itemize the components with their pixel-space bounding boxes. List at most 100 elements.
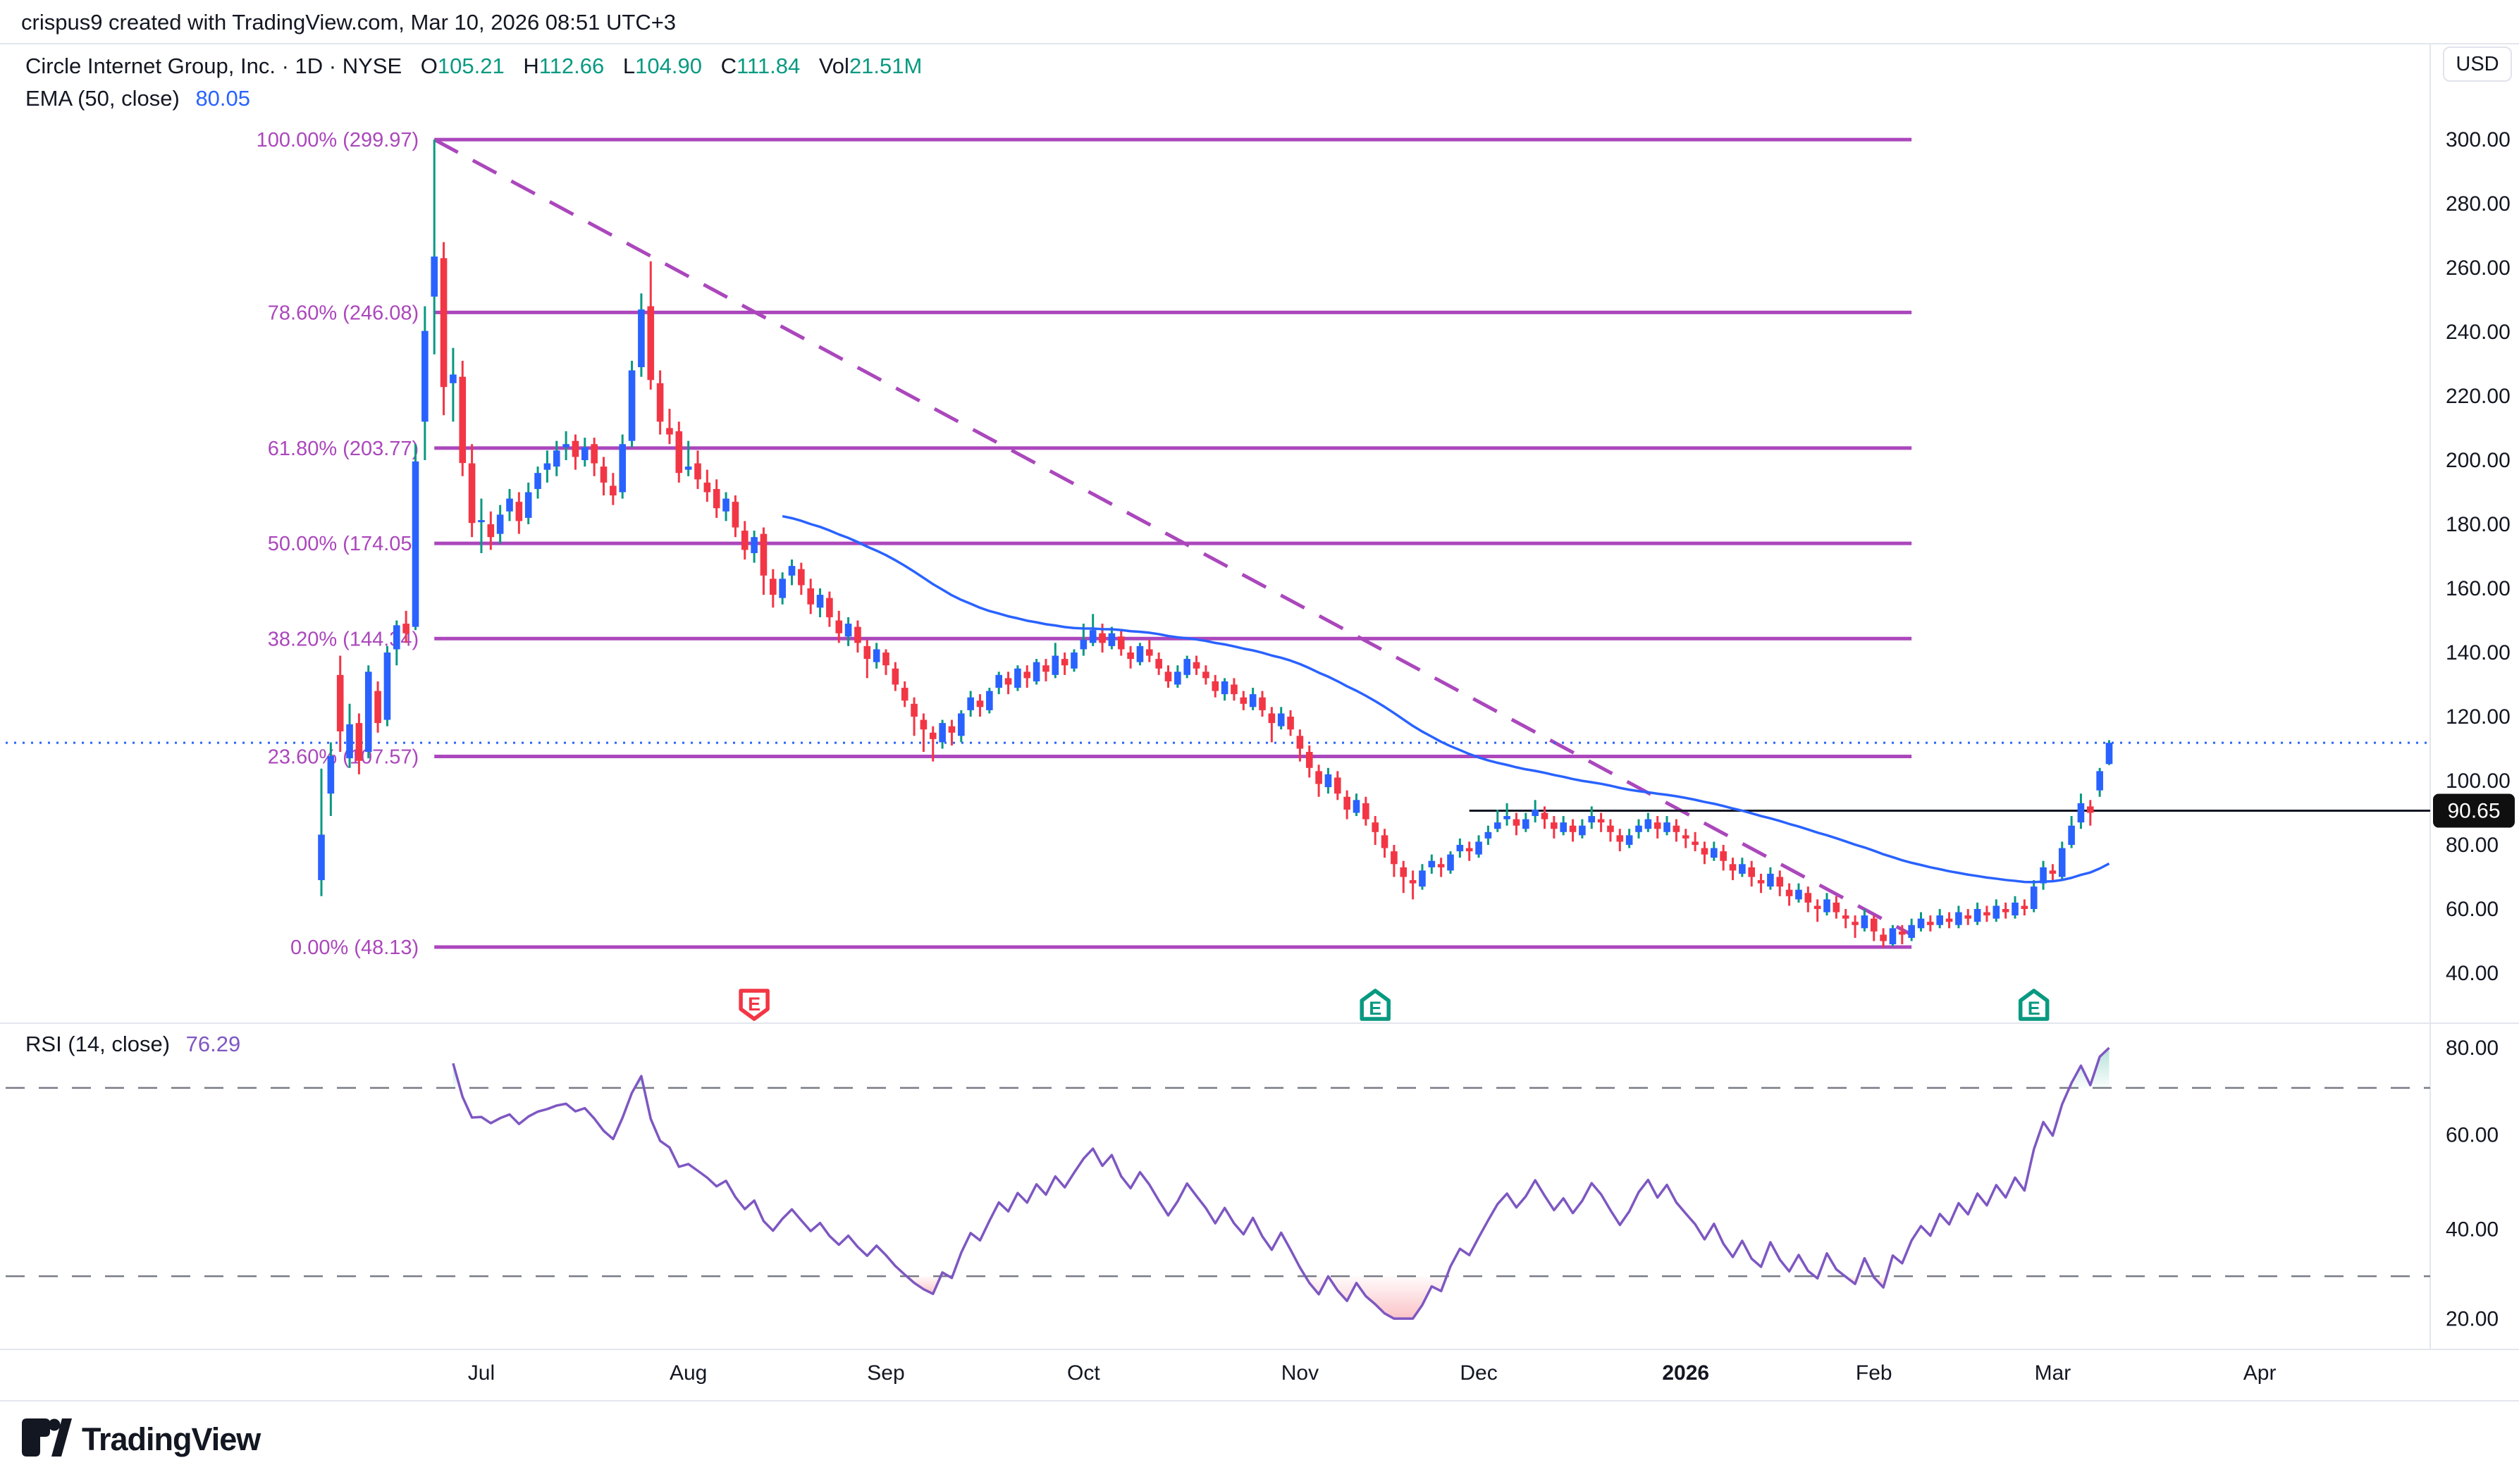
candle-body — [1325, 774, 1332, 787]
candle-body — [459, 377, 466, 463]
open-key: O — [421, 54, 438, 78]
candle-body — [1607, 826, 1614, 832]
candle-body — [1447, 855, 1454, 871]
price-tick-label: 260.00 — [2446, 256, 2511, 280]
candle-body — [1936, 915, 1943, 925]
candle-body — [1805, 893, 1812, 903]
fib-label: 50.00% (174.05) — [268, 533, 419, 555]
candle-body — [647, 307, 654, 381]
currency-button[interactable]: USD — [2443, 47, 2512, 82]
ema-value: 80.05 — [195, 86, 250, 111]
candle-body — [751, 537, 758, 553]
price-tick-label: 140.00 — [2446, 641, 2511, 664]
candle-body — [798, 569, 805, 586]
candle-body — [2012, 903, 2019, 915]
candle-body — [1730, 864, 1737, 870]
fibonacci-retracement[interactable]: 100.00% (299.97)78.60% (246.08)61.80% (2… — [257, 129, 1912, 959]
price-tick-label: 80.00 — [2446, 834, 2499, 857]
candle-body — [1221, 681, 1228, 694]
candle-body — [1250, 694, 1257, 707]
earnings-badge-letter: E — [1369, 998, 1381, 1019]
candle-body — [1918, 919, 1925, 929]
candle-body — [2031, 886, 2038, 909]
candle-body — [601, 466, 608, 483]
attribution-text: crispus9 created with TradingView.com, M… — [21, 10, 676, 35]
candle-body — [1109, 633, 1116, 646]
candle-body — [1974, 909, 1981, 922]
candle-body — [1701, 848, 1708, 855]
candle-body — [1042, 665, 1049, 672]
candle-body — [676, 431, 683, 473]
candle-body — [1023, 672, 1030, 678]
candle-body — [2002, 909, 2009, 913]
rsi-legend[interactable]: RSI (14, close) 76.29 — [25, 1032, 240, 1057]
candle-body — [760, 534, 768, 576]
candle-body — [1560, 822, 1567, 832]
candle-body — [1880, 934, 1887, 941]
ema-label: EMA (50, close) — [25, 86, 180, 111]
candle-body — [1174, 672, 1181, 684]
candle-body — [1814, 905, 1821, 909]
symbol-interval: 1D — [295, 54, 324, 78]
candle-body — [1033, 662, 1040, 681]
rsi-tick-label: 60.00 — [2446, 1124, 2499, 1147]
candle-body — [2068, 826, 2075, 845]
candle-body — [958, 713, 965, 736]
ema-legend[interactable]: EMA (50, close) 80.05 — [25, 86, 250, 111]
candle-body — [1842, 915, 1849, 919]
candle-body — [1899, 932, 1906, 935]
candle-body — [2078, 803, 2085, 822]
candle-body — [826, 598, 833, 617]
downtrend-line[interactable] — [434, 140, 1911, 934]
candle-body — [1748, 867, 1755, 877]
candle-body — [1457, 845, 1464, 851]
fib-label: 0.00% (48.13) — [290, 936, 419, 959]
candle-body — [1353, 800, 1360, 812]
candle-body — [2021, 905, 2028, 909]
price-axis[interactable]: 300.00280.00260.00240.00220.00200.00180.… — [2446, 128, 2511, 985]
candle-body — [789, 566, 796, 576]
candle-body — [1626, 835, 1633, 845]
candle-body — [1890, 928, 1897, 944]
candle-body — [318, 834, 325, 880]
candle-body — [1391, 851, 1398, 864]
price-pane[interactable]: 100.00% (299.97)78.60% (246.08)61.80% (2… — [6, 129, 2430, 959]
open-value: 105.21 — [438, 54, 505, 78]
time-axis[interactable]: JulAugSepOctNovDec2026FebMarApr — [468, 1361, 2277, 1385]
candle-body — [1776, 877, 1783, 887]
candle-body — [713, 489, 720, 508]
symbol-legend[interactable]: Circle Internet Group, Inc. · 1D · NYSE … — [25, 54, 922, 79]
candle-body — [1193, 662, 1200, 669]
rsi-axis[interactable]: 80.0060.0040.0020.00 — [2446, 1037, 2499, 1330]
candle-body — [1795, 890, 1802, 900]
candle-body — [619, 444, 626, 492]
candle-body — [657, 383, 664, 422]
ema-50-line[interactable] — [782, 517, 2109, 882]
high-key: H — [523, 54, 538, 78]
candle-body — [1852, 922, 1859, 925]
candle-body — [1287, 717, 1294, 729]
candle-body — [1654, 822, 1661, 829]
close-value: 111.84 — [737, 54, 800, 78]
candle-body — [1005, 678, 1012, 684]
tradingview-logo[interactable]: TradingView — [20, 1415, 260, 1464]
chart-canvas[interactable]: 100.00% (299.97)78.60% (246.08)61.80% (2… — [0, 0, 2519, 1484]
candle-body — [1823, 899, 1830, 912]
candle-body — [1014, 669, 1021, 688]
rsi-pane[interactable] — [6, 1048, 2430, 1318]
candle-body — [346, 724, 353, 758]
candle-body — [572, 441, 579, 457]
candle-body — [817, 595, 824, 607]
candle-body — [2059, 848, 2066, 877]
tradingview-logo-text: TradingView — [82, 1421, 260, 1458]
candle-body — [412, 462, 419, 627]
fib-label: 78.60% (246.08) — [268, 302, 419, 324]
candle-body — [1080, 640, 1088, 650]
candle-body — [402, 624, 409, 633]
candle-body — [1964, 915, 1971, 919]
candle-body — [1306, 752, 1313, 768]
candle-body — [1588, 816, 1595, 822]
candle-body — [1240, 698, 1248, 704]
candle-body — [967, 698, 974, 710]
candle-body — [1955, 913, 1962, 925]
